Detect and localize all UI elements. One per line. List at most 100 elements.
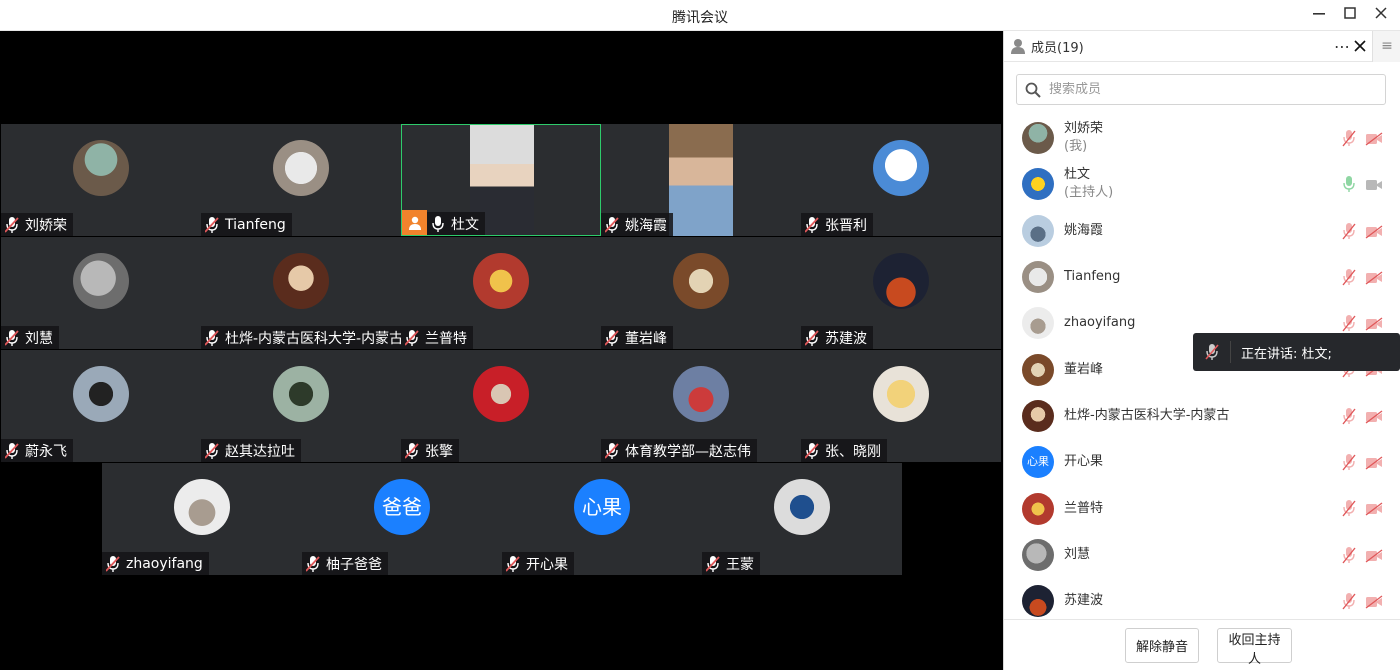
member-row[interactable]: 兰普特 (1004, 485, 1400, 531)
camera-off-icon[interactable] (1365, 131, 1383, 150)
video-tile[interactable]: 刘慧 (1, 237, 201, 349)
mic-muted-icon[interactable] (1342, 129, 1356, 151)
mic-icon (432, 215, 444, 232)
camera-icon[interactable] (1365, 177, 1383, 196)
video-tile[interactable]: 苏建波 (801, 237, 1001, 349)
video-tile[interactable]: 张、晓刚 (801, 350, 1001, 462)
host-icon (408, 216, 421, 230)
avatar (873, 253, 929, 309)
avatar (73, 140, 129, 196)
member-search-input[interactable] (1049, 82, 1369, 97)
maximize-icon (1344, 7, 1356, 19)
video-tile[interactable]: 杜文 (401, 124, 601, 236)
maximize-button[interactable] (1339, 5, 1361, 25)
mic-muted-icon (1204, 344, 1219, 360)
panel-menu-button[interactable]: ≡ (1372, 31, 1400, 62)
video-tile[interactable]: 赵其达拉吐 (201, 350, 401, 462)
camera-off-icon[interactable] (1365, 270, 1383, 289)
member-name: 开心果 (1064, 454, 1104, 470)
unmute-all-button[interactable]: 解除静音 (1125, 628, 1199, 663)
minimize-button[interactable] (1308, 5, 1330, 25)
video-tile[interactable]: 刘娇荣 (1, 124, 201, 236)
member-panel-footer: 解除静音 收回主持人 (1004, 619, 1400, 670)
member-row[interactable]: Tianfeng (1004, 254, 1400, 300)
video-tile[interactable]: 董岩峰 (601, 237, 801, 349)
window-title: 腾讯会议 (672, 10, 728, 26)
mic-muted-icon (706, 555, 720, 572)
participant-nameplate: 董岩峰 (601, 326, 673, 349)
camera-off-icon[interactable] (1365, 548, 1383, 567)
mic-icon[interactable] (1342, 175, 1356, 197)
member-row[interactable]: 心果 开心果 (1004, 439, 1400, 485)
mic-muted-icon (106, 555, 120, 572)
member-avatar (1022, 492, 1054, 525)
video-tile[interactable]: 姚海霞 (601, 124, 801, 236)
member-row[interactable]: 刘慧 (1004, 532, 1400, 578)
mic-muted-icon[interactable] (1342, 407, 1356, 429)
speaking-toast: 正在讲话: 杜文; (1193, 333, 1400, 371)
member-row[interactable]: 苏建波 (1004, 578, 1400, 619)
mic-muted-icon[interactable] (1342, 268, 1356, 290)
video-tile[interactable]: 爸爸 柚子爸爸 (302, 463, 502, 575)
participant-name: 蔚永飞 (25, 443, 67, 460)
mic-muted-icon (605, 216, 619, 233)
mic-muted-icon (405, 442, 419, 459)
camera-off-icon[interactable] (1365, 409, 1383, 428)
member-name: 杜烨-内蒙古医科大学-内蒙古 (1064, 407, 1230, 423)
video-grid: 刘娇荣 Tianfeng 杜文 姚海霞 张晋利 刘慧 杜烨-内蒙古医科大学-内蒙… (0, 31, 1003, 670)
more-options-button[interactable]: ⋯ (1334, 37, 1351, 56)
avatar (273, 366, 329, 422)
participant-name: 张晋利 (825, 217, 867, 234)
member-name-block: 杜烨-内蒙古医科大学-内蒙古 (1064, 407, 1229, 425)
video-tile[interactable]: 蔚永飞 (1, 350, 201, 462)
avatar (174, 479, 230, 535)
mic-muted-icon (205, 442, 219, 459)
video-tile[interactable]: 王蒙 (702, 463, 902, 575)
avatar (73, 366, 129, 422)
camera-off-icon[interactable] (1365, 455, 1383, 474)
avatar (473, 366, 529, 422)
participant-nameplate: 体育教学部—赵志伟 (601, 439, 757, 462)
mic-muted-icon[interactable] (1342, 592, 1356, 614)
participant-name: 柚子爸爸 (326, 556, 382, 573)
camera-off-icon[interactable] (1365, 594, 1383, 613)
close-window-button[interactable] (1370, 5, 1392, 25)
member-row[interactable]: 姚海霞 (1004, 208, 1400, 254)
video-tile[interactable]: 心果 开心果 (502, 463, 702, 575)
mic-muted-icon[interactable] (1342, 222, 1356, 244)
mic-muted-icon[interactable] (1342, 499, 1356, 521)
video-tile[interactable]: 兰普特 (401, 237, 601, 349)
member-row[interactable]: 刘娇荣 (我) (1004, 115, 1400, 161)
member-search[interactable] (1016, 74, 1386, 105)
participant-name: 董岩峰 (625, 330, 667, 347)
participant-name: 兰普特 (425, 330, 467, 347)
participant-name: 体育教学部—赵志伟 (625, 443, 751, 460)
member-row[interactable]: 杜文 (主持人) (1004, 161, 1400, 207)
video-tile[interactable]: 张晋利 (801, 124, 1001, 236)
avatar (273, 140, 329, 196)
member-name-block: Tianfeng (1064, 268, 1120, 286)
participant-nameplate: 张晋利 (801, 213, 873, 236)
member-name: Tianfeng (1064, 269, 1121, 285)
mic-muted-icon (405, 329, 419, 346)
member-name-block: zhaoyifang (1064, 314, 1135, 332)
member-name: 刘娇荣 (1064, 121, 1104, 137)
avatar: 心果 (574, 479, 630, 535)
reclaim-host-button[interactable]: 收回主持人 (1217, 628, 1292, 667)
video-tile[interactable]: 张擎 (401, 350, 601, 462)
participant-nameplate: 刘娇荣 (1, 213, 73, 236)
participant-nameplate: 柚子爸爸 (302, 552, 388, 575)
member-row[interactable]: 杜烨-内蒙古医科大学-内蒙古 (1004, 393, 1400, 439)
mic-muted-icon[interactable] (1342, 546, 1356, 568)
camera-off-icon[interactable] (1365, 224, 1383, 243)
participant-name: 杜烨-内蒙古医科大学-内蒙古 (225, 330, 401, 347)
video-tile[interactable]: 杜烨-内蒙古医科大学-内蒙古 (201, 237, 401, 349)
video-tile[interactable]: 体育教学部—赵志伟 (601, 350, 801, 462)
mic-muted-icon[interactable] (1342, 453, 1356, 475)
close-panel-button[interactable] (1354, 36, 1366, 56)
member-avatar (1022, 399, 1054, 432)
camera-off-icon[interactable] (1365, 501, 1383, 520)
video-tile[interactable]: zhaoyifang (102, 463, 302, 575)
video-tile[interactable]: Tianfeng (201, 124, 401, 236)
mic-muted-icon (805, 329, 819, 346)
